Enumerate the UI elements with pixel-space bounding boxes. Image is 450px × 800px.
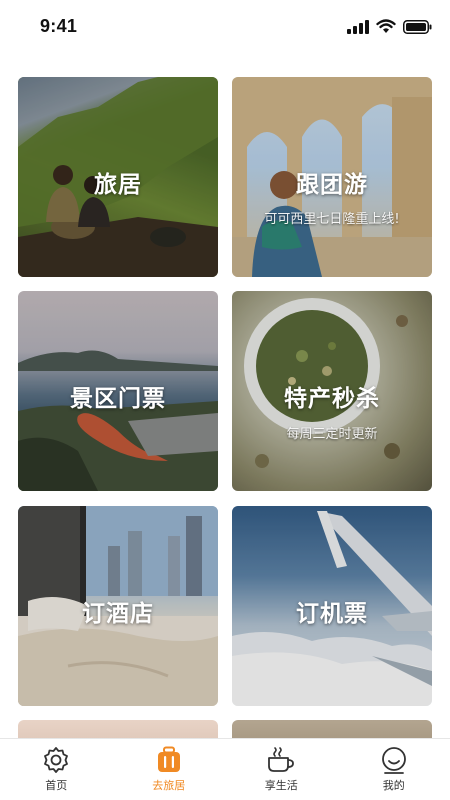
- bottom-tab-bar: 首页 去旅居 享生活 我的: [0, 738, 450, 800]
- status-bar: 9:41: [0, 0, 450, 56]
- card-subtitle: 每周三定时更新: [286, 427, 378, 442]
- tab-label: 去旅居: [152, 779, 186, 792]
- status-icons: [347, 19, 432, 34]
- card-scenic-tickets[interactable]: 景区门票: [18, 291, 218, 491]
- card-specialty-flash-sale[interactable]: 特产秒杀 每周三定时更新: [232, 291, 432, 491]
- card-title: 跟团游: [296, 172, 368, 198]
- card-title: 旅居: [94, 172, 142, 198]
- tab-label: 我的: [382, 779, 405, 792]
- card-travel-living[interactable]: 旅居: [18, 77, 218, 277]
- tab-mine[interactable]: 我的: [338, 739, 450, 800]
- card-book-hotel[interactable]: 订酒店: [18, 506, 218, 706]
- gear-icon: [41, 745, 71, 775]
- suitcase-icon: [154, 745, 184, 775]
- card-title: 订机票: [296, 601, 368, 627]
- battery-icon: [403, 19, 432, 34]
- card-book-flight[interactable]: 订机票: [232, 506, 432, 706]
- tab-home[interactable]: 首页: [0, 739, 113, 800]
- tab-label: 首页: [45, 779, 68, 792]
- status-time: 9:41: [40, 16, 78, 36]
- tab-label: 享生活: [264, 779, 298, 792]
- tab-enjoy-life[interactable]: 享生活: [225, 739, 338, 800]
- coffee-cup-icon: [266, 745, 296, 775]
- signal-icon: [347, 19, 369, 34]
- card-subtitle: 可可西里七日隆重上线!: [264, 212, 400, 227]
- card-title: 订酒店: [82, 601, 154, 627]
- app-screen: 9:41 旅居 跟团游 可可西里七日隆重上线! 景区门票 特产秒杀 每周三定时更…: [0, 0, 450, 800]
- card-title: 景区门票: [70, 386, 166, 412]
- card-title: 特产秒杀: [284, 386, 380, 412]
- smiley-icon: [379, 745, 409, 775]
- card-group-tour[interactable]: 跟团游 可可西里七日隆重上线!: [232, 77, 432, 277]
- tab-go-travel-living[interactable]: 去旅居: [113, 739, 226, 800]
- wifi-icon: [376, 19, 396, 33]
